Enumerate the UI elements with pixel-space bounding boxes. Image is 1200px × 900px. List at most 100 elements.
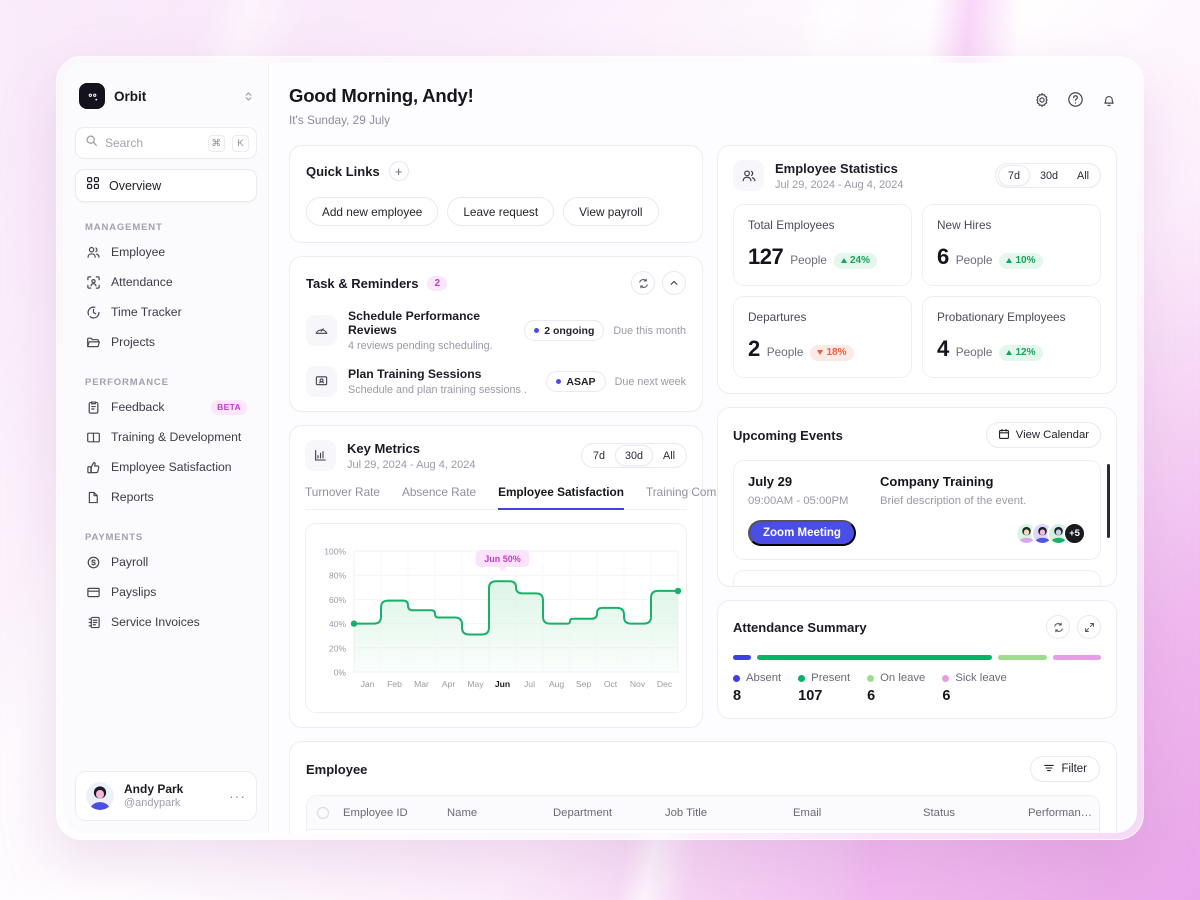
task-item[interactable]: Plan Training Sessions Schedule and plan… [306, 366, 686, 397]
sidebar-group-payments: PAYMENTS [85, 532, 144, 543]
sidebar-item-time-tracker-label: Time Tracker [111, 305, 182, 319]
speedometer-icon [306, 315, 337, 346]
employee-statistics-range-toggle: 7d 30d All [994, 163, 1101, 188]
search-input[interactable]: Search ⌘ K [75, 127, 257, 159]
sidebar-item-overview-label: Overview [109, 178, 162, 193]
brand-name: Orbit [114, 88, 147, 104]
legend-top: On leave [867, 672, 925, 684]
quick-links-buttons: Add new employee Leave request View payr… [306, 197, 686, 226]
attendance-legend: Absent 8 Present 107 On leave 6 Sick lea… [733, 672, 1101, 704]
event-right: Company Training Brief description of th… [880, 474, 1026, 507]
sidebar-item-reports[interactable]: Reports [75, 482, 257, 512]
attendees-overflow-count: +5 [1063, 521, 1086, 545]
clock-icon [85, 304, 101, 320]
bell-icon[interactable] [1101, 92, 1117, 108]
employee-table: Employee ID Name Department Job Title Em… [306, 795, 1100, 833]
legend-dot-icon [733, 674, 740, 682]
settings-gear-icon[interactable] [1034, 92, 1050, 108]
employee-statistics-card: Employee Statistics Jul 29, 2024 - Aug 4… [717, 145, 1117, 394]
filter-button[interactable]: Filter [1030, 756, 1100, 782]
column-department: Department [553, 806, 613, 819]
event-footer: Zoom Meeting +5 [748, 520, 1086, 546]
key-metrics-seg-30d[interactable]: 30d [614, 445, 653, 466]
table-header-row: Employee ID Name Department Job Title Em… [307, 796, 1099, 830]
zoom-meeting-button[interactable]: Zoom Meeting [748, 520, 856, 546]
help-circle-icon[interactable] [1067, 91, 1084, 108]
svg-text:40%: 40% [329, 619, 346, 629]
sidebar-item-time-tracker[interactable]: Time Tracker [75, 297, 257, 327]
sidebar-item-service-invoices[interactable]: Service Invoices [75, 607, 257, 637]
user-card[interactable]: Andy Park @andypark ··· [75, 771, 257, 821]
users-icon [85, 244, 101, 260]
refresh-icon[interactable] [1046, 615, 1070, 639]
svg-text:100%: 100% [324, 547, 346, 557]
task-meta: ASAP Due next week [546, 371, 686, 392]
sidebar-item-attendance[interactable]: Attendance [75, 267, 257, 297]
calendar-icon [998, 428, 1010, 443]
chevron-updown-icon[interactable] [244, 90, 253, 103]
sidebar-item-reports-label: Reports [111, 490, 154, 504]
key-metrics-seg-7d[interactable]: 7d [584, 445, 614, 466]
clipboard-icon [85, 399, 101, 415]
tab-absence-rate[interactable]: Absence Rate [402, 485, 476, 510]
tasks-actions [631, 271, 686, 295]
task-description: 4 reviews pending scheduling. [348, 340, 493, 352]
sidebar-item-employee-satisfaction[interactable]: Employee Satisfaction [75, 452, 257, 482]
sidebar-item-payslips[interactable]: Payslips [75, 577, 257, 607]
event-left: July 29 09:00AM - 05:00PM [748, 474, 880, 507]
sidebar-item-employee[interactable]: Employee [75, 237, 257, 267]
tasks-title: Task & Reminders [306, 275, 419, 291]
legend-label: Present [811, 672, 851, 684]
upcoming-events-card: Upcoming Events View Calendar July 29 09… [717, 407, 1117, 587]
stat-row: 4 People 12% [937, 336, 1086, 362]
task-item[interactable]: Schedule Performance Reviews 4 reviews p… [306, 309, 686, 352]
column-name: Name [447, 806, 478, 819]
sidebar-item-payroll-label: Payroll [111, 555, 149, 569]
tab-turnover-rate[interactable]: Turnover Rate [305, 485, 380, 510]
stat-value: 4 [937, 336, 949, 361]
sidebar-item-feedback[interactable]: Feedback BETA [75, 392, 257, 422]
column-status: Status [923, 806, 956, 819]
legend-item-absent: Absent 8 [733, 672, 781, 704]
brand[interactable]: Orbit [75, 77, 257, 111]
table-row[interactable]: EMP0808127 Bob Grey Marketing Marketing … [307, 830, 1099, 833]
select-all-checkbox[interactable] [307, 806, 337, 819]
task-due: Due this month [613, 324, 686, 337]
event-time: 09:00AM - 05:00PM [748, 495, 849, 507]
stat-row: 2 People 18% [748, 336, 897, 362]
event-card-next[interactable] [733, 570, 1101, 586]
employee-statistics-seg-7d[interactable]: 7d [997, 165, 1030, 186]
expand-icon[interactable] [1077, 615, 1101, 639]
event-card[interactable]: July 29 09:00AM - 05:00PM Company Traini… [733, 460, 1101, 560]
document-icon [85, 489, 101, 505]
employee-statistics-seg-all[interactable]: All [1068, 165, 1098, 186]
sidebar-item-payslips-label: Payslips [111, 585, 157, 599]
event-attendees[interactable]: +5 [1015, 521, 1086, 545]
svg-text:Jun: Jun [495, 679, 510, 689]
orbit-logo-icon [79, 83, 105, 109]
events-scrollbar[interactable] [1107, 464, 1110, 538]
key-metrics-seg-all[interactable]: All [654, 445, 684, 466]
refresh-icon[interactable] [631, 271, 655, 295]
employee-statistics-seg-30d[interactable]: 30d [1031, 165, 1067, 186]
tab-employee-satisfaction[interactable]: Employee Satisfaction [498, 485, 624, 510]
legend-dot-icon [942, 674, 950, 682]
sidebar-item-payroll[interactable]: Payroll [75, 547, 257, 577]
page-title: Good Morning, Andy! [289, 85, 474, 106]
sidebar-item-training-development[interactable]: Training & Development [75, 422, 257, 452]
leave-request-button[interactable]: Leave request [447, 197, 555, 226]
stat-trend-value: 12% [1015, 347, 1036, 358]
sidebar-item-overview[interactable]: Overview [75, 169, 257, 202]
view-calendar-button[interactable]: View Calendar [985, 422, 1101, 448]
plus-icon[interactable]: + [388, 161, 409, 181]
sidebar-item-projects[interactable]: Projects [75, 327, 257, 357]
more-dots-icon[interactable]: ··· [229, 788, 246, 804]
legend-top: Present [798, 672, 850, 684]
add-new-employee-button[interactable]: Add new employee [306, 197, 439, 226]
column-email: Email [793, 806, 822, 819]
column-performance-reviews: Performance Reviews [1028, 806, 1099, 819]
view-payroll-button[interactable]: View payroll [563, 197, 659, 226]
dollar-circle-icon [85, 554, 101, 570]
chevron-up-icon[interactable] [662, 271, 686, 295]
svg-text:60%: 60% [329, 595, 346, 605]
